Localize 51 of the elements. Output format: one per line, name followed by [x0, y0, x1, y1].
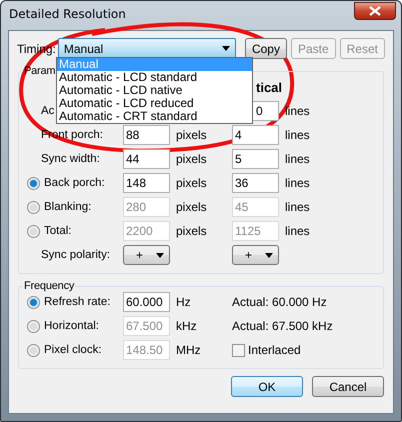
unit-label: lines: [284, 200, 311, 214]
input-field[interactable]: 36: [232, 173, 279, 193]
polarity-dropdown[interactable]: +: [123, 245, 170, 265]
field-label: Total:: [44, 225, 72, 237]
field-label: Horizontal:: [44, 320, 99, 332]
unit-label: lines: [284, 104, 311, 118]
field-label: Refresh rate:: [44, 296, 110, 308]
unit-label: pixels: [175, 128, 208, 142]
unit-label: pixels: [175, 176, 208, 190]
window-title: Detailed Resolution: [9, 7, 126, 21]
unit-label: lines: [284, 152, 311, 166]
column-header: tical: [255, 80, 284, 94]
field-label: Pixel clock:: [44, 344, 102, 356]
caret-icon: [222, 46, 230, 51]
unit-label: pixels: [175, 152, 208, 166]
input-field[interactable]: 148: [123, 173, 170, 193]
close-icon: [369, 6, 381, 16]
unit-label: lines: [284, 224, 311, 238]
unit-label: lines: [284, 128, 311, 142]
unit-label: Hz: [175, 295, 192, 309]
checkbox-label: Interlaced: [248, 343, 301, 357]
action-button[interactable]: Copy: [244, 38, 287, 59]
field-label: Blanking:: [44, 201, 92, 213]
input-field[interactable]: 88: [123, 125, 170, 145]
radio-button[interactable]: [27, 200, 40, 214]
radio-button[interactable]: [27, 296, 40, 308]
radio-button[interactable]: [27, 224, 40, 238]
close-button[interactable]: [354, 2, 396, 20]
caret-icon: [265, 252, 273, 258]
actual-value-text: Actual: 60.000 Hz: [232, 295, 328, 309]
group-title: Frequency: [23, 280, 76, 292]
polarity-dropdown[interactable]: +: [232, 245, 279, 265]
radio-button[interactable]: [27, 176, 40, 190]
field-label: Back porch:: [44, 177, 105, 189]
unit-label: pixels: [175, 200, 208, 214]
timing-dropdown[interactable]: Manual: [58, 38, 236, 59]
unit-label: lines: [284, 176, 311, 190]
actual-value-text: Actual: 67.500 kHz: [232, 319, 334, 333]
dialog-button[interactable]: Cancel: [312, 376, 384, 397]
unit-label: MHz: [175, 343, 202, 357]
field-label: Sync polarity:: [41, 249, 110, 261]
input-field[interactable]: 60.000: [123, 292, 170, 312]
unit-label: pixels: [175, 224, 208, 238]
field-label: Ac: [41, 105, 54, 117]
caret-icon: [156, 252, 164, 258]
input-field[interactable]: 4: [232, 125, 279, 145]
input-field[interactable]: 44: [123, 149, 170, 169]
field-label: Sync width:: [41, 153, 100, 165]
unit-label: kHz: [175, 319, 198, 333]
dialog-button[interactable]: OK: [231, 376, 303, 397]
input-field[interactable]: 5: [232, 149, 279, 169]
